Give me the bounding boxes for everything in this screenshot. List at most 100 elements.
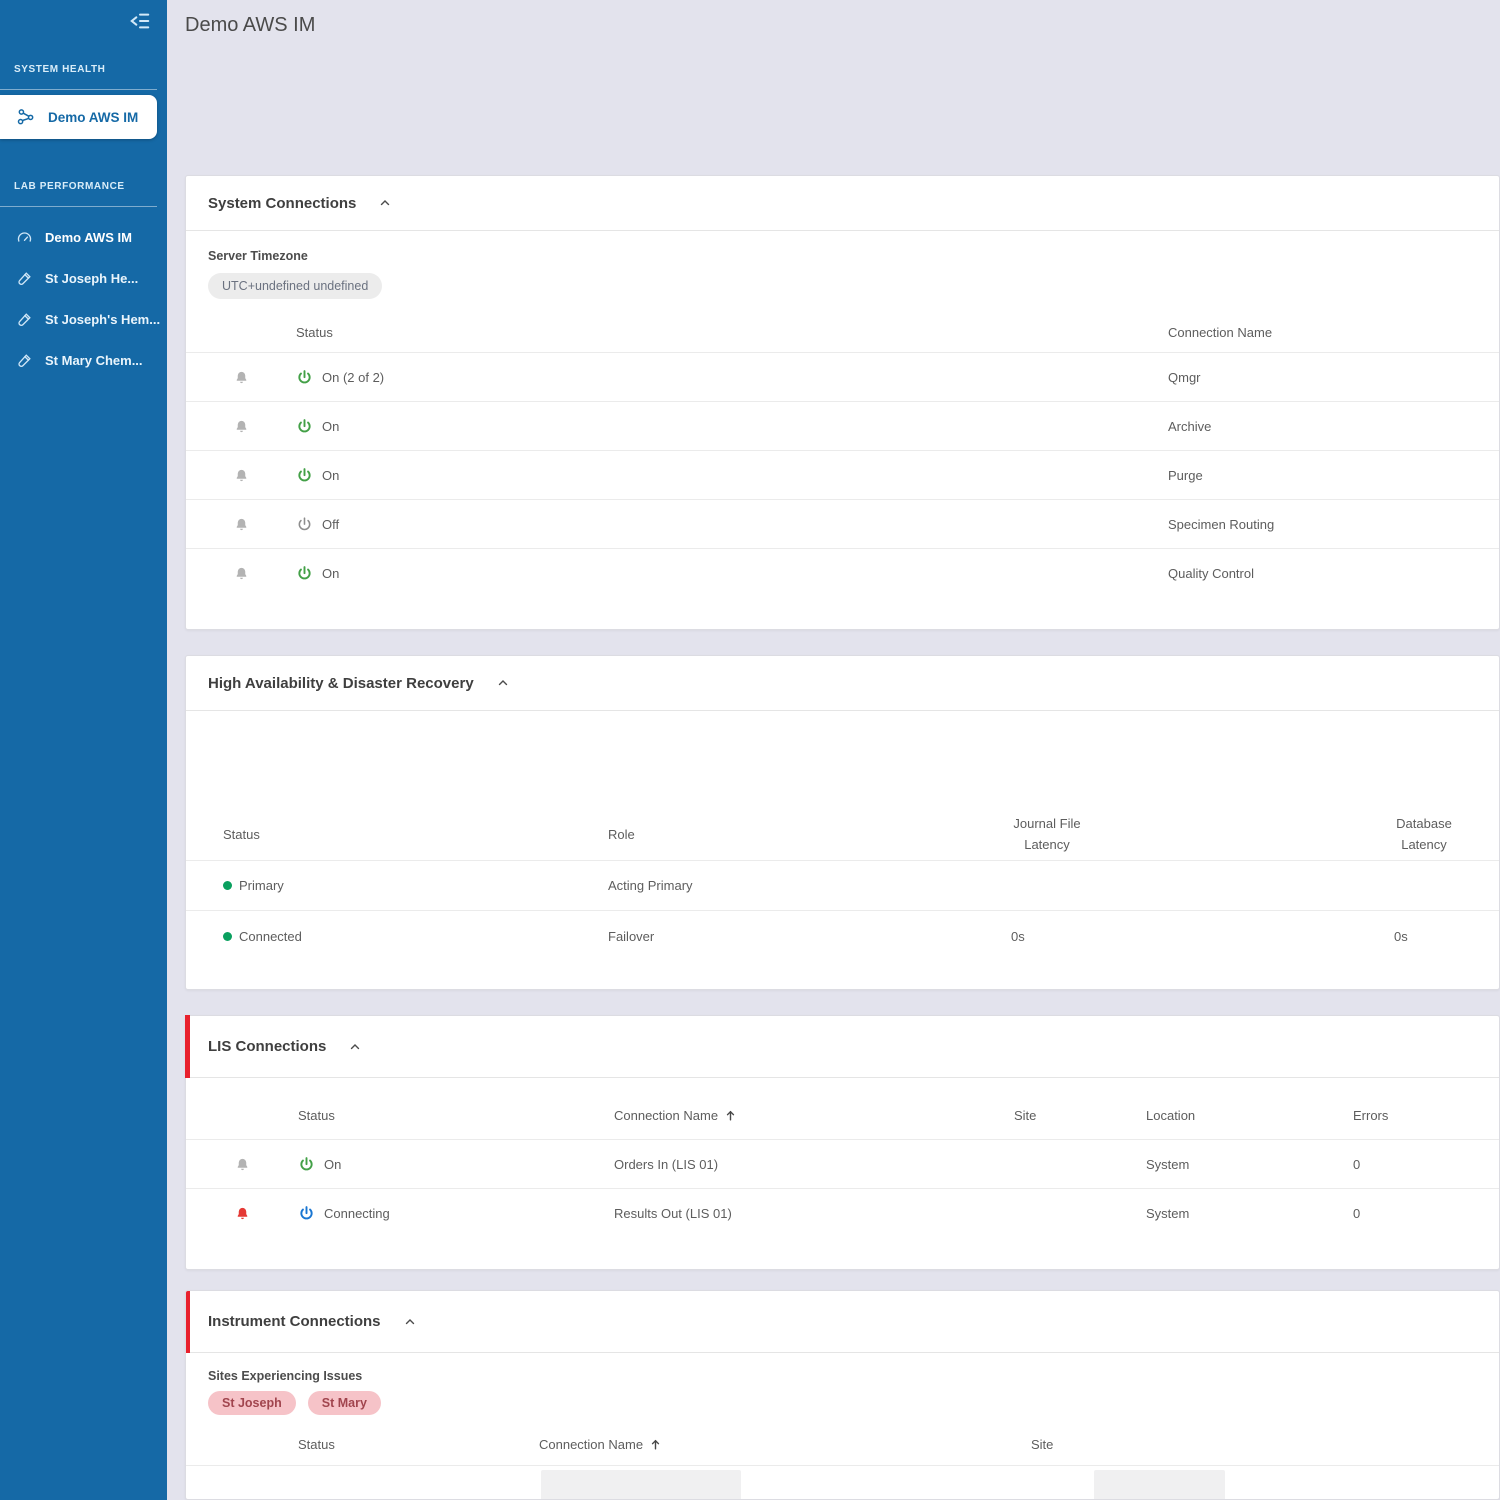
sidebar-item-st-mary-chem[interactable]: St Mary Chem... (0, 340, 167, 381)
errors-value: 0 (1353, 1206, 1361, 1221)
connection-name-column-header[interactable]: Connection Name (539, 1437, 643, 1452)
sidebar-item-st-joseph-he[interactable]: St Joseph He... (0, 258, 167, 299)
connection-name-filter-input[interactable] (541, 1470, 741, 1499)
divider (0, 89, 157, 90)
connection-name: Specimen Routing (1168, 516, 1275, 532)
alert-accent-bar (186, 1291, 190, 1353)
status-label: On (322, 566, 340, 581)
bell-icon[interactable] (234, 370, 249, 385)
site-badge-st-mary[interactable]: St Mary (307, 1391, 381, 1415)
section-title: LIS Connections (208, 1038, 327, 1055)
chevron-up-icon[interactable] (348, 1040, 362, 1054)
power-on-icon (296, 418, 313, 435)
network-icon (16, 107, 36, 127)
sidebar-item-label: St Mary Chem... (45, 353, 143, 368)
status-label: On (322, 467, 340, 483)
sidebar-item-demo-aws-im-active[interactable]: Demo AWS IM (0, 95, 157, 139)
server-timezone-label: Server Timezone (208, 249, 308, 263)
filter-row (186, 1466, 1499, 1499)
sites-experiencing-issues-label: Sites Experiencing Issues (208, 1369, 363, 1383)
instrument-connections-card: Instrument Connections Sites Experiencin… (185, 1290, 1500, 1500)
system-connections-header: System Connections (186, 176, 1499, 231)
role-value: Failover (608, 928, 655, 944)
database-latency-column-header: Database Latency (1396, 816, 1452, 852)
site-badge-st-joseph[interactable]: St Joseph (208, 1391, 296, 1415)
database-latency-value: 0s (1394, 928, 1408, 944)
status-column-header: Status (298, 1108, 335, 1123)
status-dot-green (223, 931, 232, 941)
role-value: Acting Primary (608, 878, 693, 893)
sort-ascending-icon[interactable] (724, 1109, 737, 1122)
chevron-up-icon[interactable] (496, 676, 510, 690)
bell-icon[interactable] (234, 468, 249, 483)
connection-name: Orders In (LIS 01) (614, 1156, 719, 1172)
status-label: Primary (239, 878, 284, 893)
power-on-icon (296, 369, 313, 386)
site-filter-input[interactable] (1094, 1470, 1225, 1499)
section-title: System Connections (208, 194, 357, 212)
table-row: On Purge (186, 451, 1499, 500)
table-row: Connected Failover 0s 0s (186, 911, 1499, 961)
status-label: On (322, 418, 340, 434)
test-tube-icon (16, 270, 33, 287)
alert-accent-bar (185, 1015, 190, 1078)
chevron-up-icon[interactable] (403, 1315, 417, 1329)
bell-icon[interactable] (235, 1157, 250, 1172)
bell-icon[interactable] (234, 517, 249, 532)
collapse-sidebar-icon[interactable] (129, 10, 151, 32)
ha-dr-header: High Availability & Disaster Recovery (186, 656, 1499, 711)
instrument-connections-header: Instrument Connections (186, 1291, 1499, 1353)
table-header: Status Connection Name Site Location Err… (186, 1092, 1499, 1140)
status-label: Off (322, 516, 340, 532)
role-column-header: Role (608, 827, 635, 842)
errors-value: 0 (1353, 1156, 1361, 1172)
status-label: Connected (239, 928, 302, 944)
table-row: On Orders In (LIS 01) System 0 (186, 1140, 1499, 1189)
table-row: Connecting Results Out (LIS 01) System 0 (186, 1189, 1499, 1238)
bell-icon[interactable] (234, 419, 249, 434)
status-label: Connecting (324, 1206, 390, 1221)
sidebar-item-demo-aws-im-perf[interactable]: Demo AWS IM (0, 217, 167, 258)
sidebar-section-system-health: SYSTEM HEALTH (14, 64, 106, 75)
journal-file-latency-column-header: Journal File Latency (1013, 816, 1081, 852)
status-column-header: Status (298, 1436, 335, 1452)
power-on-icon (298, 1156, 315, 1173)
sidebar-item-label: St Joseph He... (45, 271, 139, 286)
sidebar-item-label: Demo AWS IM (45, 230, 132, 245)
sort-ascending-icon[interactable] (649, 1438, 662, 1451)
location-value: System (1146, 1156, 1190, 1172)
gauge-icon (16, 229, 33, 246)
errors-column-header: Errors (1353, 1108, 1389, 1123)
system-connections-card: System Connections Server Timezone UTC+u… (185, 175, 1500, 630)
status-column-header: Status (223, 827, 260, 842)
status-dot-green (223, 881, 232, 890)
alert-bell-icon[interactable] (235, 1206, 250, 1221)
location-value: System (1146, 1206, 1190, 1221)
lis-connections-header: LIS Connections (185, 1015, 1499, 1078)
connection-name-column-header[interactable]: Connection Name (614, 1108, 718, 1123)
bell-icon[interactable] (234, 566, 249, 581)
table-header: Status Connection Name Site (186, 1423, 1499, 1466)
connection-name: Results Out (LIS 01) (614, 1206, 732, 1221)
server-timezone-badge: UTC+undefined undefined (208, 273, 383, 299)
section-title: High Availability & Disaster Recovery (208, 674, 474, 692)
site-column-header: Site (1014, 1108, 1037, 1123)
sidebar-item-label: Demo AWS IM (48, 109, 139, 125)
sidebar-section-lab-performance: LAB PERFORMANCE (14, 181, 125, 192)
page-title: Demo AWS IM (185, 14, 316, 36)
sidebar-item-st-josephs-hem[interactable]: St Joseph's Hem... (0, 299, 167, 340)
ha-dr-card: High Availability & Disaster Recovery St… (185, 655, 1500, 990)
chevron-up-icon[interactable] (378, 196, 392, 210)
status-column-header: Status (296, 325, 333, 340)
sidebar: SYSTEM HEALTH Demo AWS IM LAB PERFORMANC… (0, 0, 167, 1500)
section-title: Instrument Connections (208, 1313, 381, 1330)
test-tube-icon (16, 352, 33, 369)
power-on-icon (296, 467, 313, 484)
status-label: On (324, 1156, 342, 1172)
power-connecting-icon (298, 1205, 315, 1222)
power-on-icon (296, 565, 313, 582)
connection-name: Quality Control (1168, 566, 1254, 581)
site-column-header: Site (1031, 1436, 1054, 1452)
journal-latency-value: 0s (1011, 928, 1025, 944)
table-row: On Archive (186, 402, 1499, 451)
